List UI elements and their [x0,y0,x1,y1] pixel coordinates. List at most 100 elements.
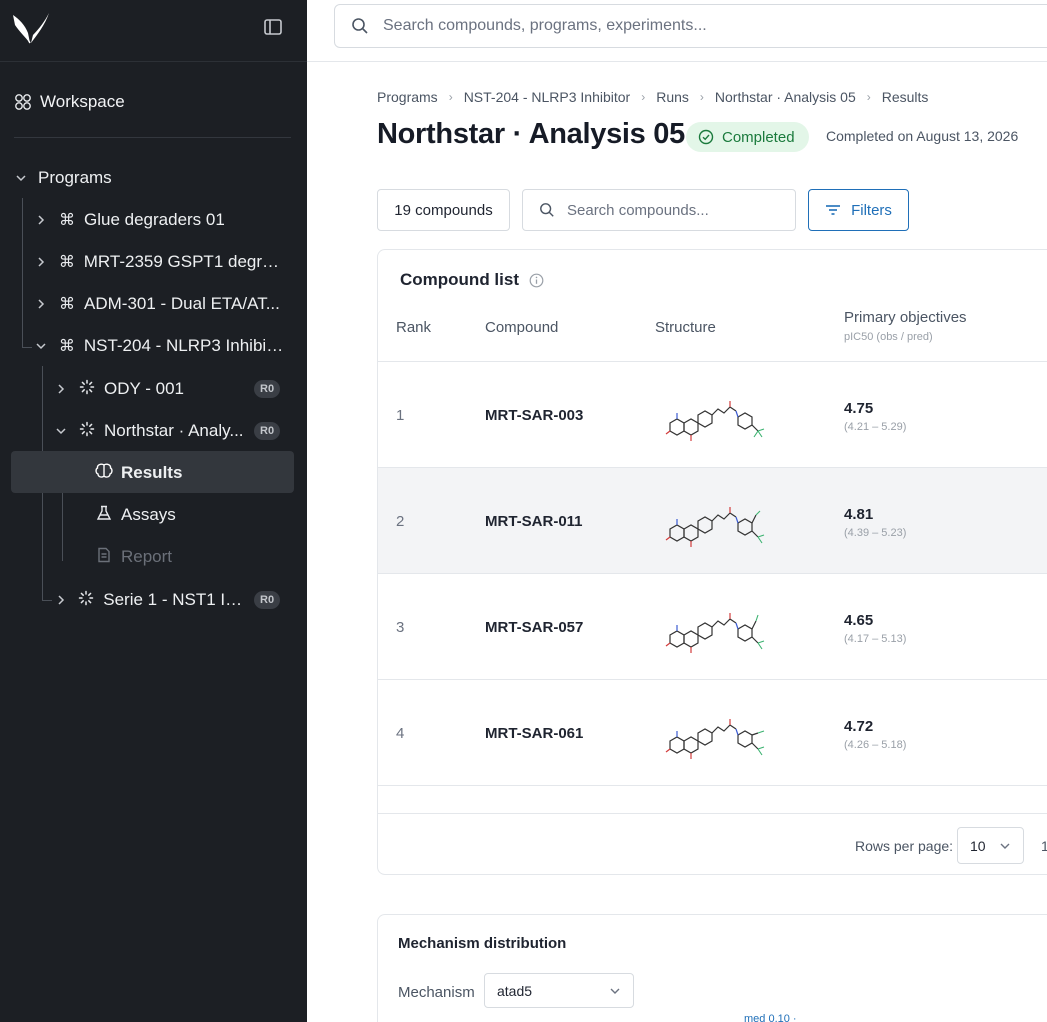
compound-search-input[interactable]: Search compounds... [522,189,796,231]
sidebar-item-report[interactable]: Report [95,540,172,574]
brand-logo-icon[interactable] [11,11,51,45]
compound-list-title: Compound list [400,270,544,290]
completed-date: Completed on August 13, 2026 [826,128,1019,144]
cell-range: (4.17 – 5.13) [844,633,907,645]
cell-value: 4.72 [844,718,874,735]
sidebar-item-label: Report [121,547,173,566]
programs-toggle[interactable]: Programs [14,161,112,195]
flask-icon [95,505,113,526]
document-icon [95,547,113,568]
table-row[interactable]: 3 MRT-SAR-057 4.65 (4.17 – 5.13) [378,574,1047,680]
check-circle-icon [698,129,714,145]
tree-guide [22,198,23,348]
breadcrumb-programs[interactable]: Programs [377,89,438,105]
chevron-down-icon [14,171,28,185]
workspace-link[interactable]: Workspace [14,86,125,118]
molecule-structure-image [665,613,765,653]
column-header-structure: Structure [655,319,716,336]
status-label: Completed [722,128,795,146]
column-header-rank[interactable]: Rank [396,319,431,336]
sidebar-item-results[interactable]: Results [95,456,182,490]
footer-divider [378,813,1047,814]
chevron-right-icon [34,255,48,269]
cell-compound[interactable]: MRT-SAR-011 [485,468,583,574]
filter-icon [826,205,841,215]
molecule-structure-image [665,719,765,759]
sidebar-run-label: Northstar · Analy... [104,421,244,440]
cell-compound[interactable]: MRT-SAR-003 [485,362,583,468]
chevron-right-icon: › [641,90,646,104]
compound-list-title-text: Compound list [400,270,519,289]
info-icon[interactable] [529,273,544,288]
mechanism-distribution-title: Mechanism distribution [398,935,567,952]
sidebar-run-northstar[interactable]: Northstar · Analy... [54,414,249,448]
loader-icon [78,379,96,400]
sidebar-item-label: MRT-2359 GSPT1 degra... [83,252,285,271]
command-icon: ⌘ [59,296,75,313]
sidebar-run-serie1[interactable]: Serie 1 - NST1 Ini... [54,583,249,617]
page-title: Northstar · Analysis 05 [377,118,685,150]
column-header-compound[interactable]: Compound [485,319,558,336]
sidebar-toggle-icon[interactable] [262,16,284,38]
sidebar-item-label: NST-204 - NLRP3 Inhibit... [83,336,284,355]
sidebar-item-program-nst204[interactable]: ⌘ NST-204 - NLRP3 Inhibit... [34,329,284,363]
mechanism-select[interactable]: atad5 [484,973,634,1008]
run-badge: R0 [254,422,281,440]
cell-value: 4.75 [844,400,874,417]
cell-compound[interactable]: MRT-SAR-061 [485,680,583,786]
column-header-objectives-sub: pIC50 (obs / pred) [844,331,933,343]
table-row[interactable]: 2 MRT-SAR-011 4.81 (4.39 – 5.23) [378,468,1047,574]
breadcrumb-run[interactable]: Northstar · Analysis 05 [715,89,856,105]
cell-rank: 1 [396,406,405,424]
sidebar-run-label: Serie 1 - NST1 Ini... [103,590,249,609]
tree-guide [22,347,32,348]
sidebar-run-ody001[interactable]: ODY - 001 [54,372,229,406]
cell-range: (4.21 – 5.29) [844,421,907,433]
mechanism-distribution-card: Mechanism distribution Mechanism atad5 m… [377,914,1047,1022]
sidebar-item-assays[interactable]: Assays [95,498,176,532]
chevron-right-icon: › [699,90,704,104]
sidebar-item-program[interactable]: ⌘ ADM-301 - Dual ETA/AT... [34,287,284,321]
sidebar-item-program[interactable]: ⌘ Glue degraders 01 [34,203,284,237]
molecule-structure-image [665,507,765,547]
mechanism-label: Mechanism [398,984,475,1001]
sidebar-divider [14,137,291,138]
workspace-icon [15,94,31,110]
mechanism-selected-value: atad5 [497,982,533,999]
chevron-down-icon [1000,843,1010,849]
status-badge: Completed [686,122,809,152]
search-icon [540,203,554,217]
cell-compound[interactable]: MRT-SAR-057 [485,574,583,680]
global-search-placeholder: Search compounds, programs, experiments.… [383,17,707,34]
global-search-input[interactable]: Search compounds, programs, experiments.… [334,4,1047,48]
loader-icon [78,421,96,442]
rows-per-page-select[interactable]: 10 [957,827,1024,864]
sidebar-item-label: Glue degraders 01 [84,210,225,229]
molecule-structure-image [665,401,765,441]
cell-value: 4.81 [844,506,874,523]
cell-range: (4.39 – 5.23) [844,527,907,539]
sidebar-item-label: Results [121,463,183,482]
sidebar-item-label: Assays [121,505,176,524]
breadcrumb-current: Results [881,89,929,105]
filters-button[interactable]: Filters [808,189,909,231]
cell-rank: 2 [396,512,405,530]
cell-value: 4.65 [844,612,874,629]
chevron-right-icon [34,213,48,227]
breadcrumb-program[interactable]: NST-204 - NLRP3 Inhibitor [464,89,631,105]
command-icon: ⌘ [59,212,75,229]
breadcrumb: Programs › NST-204 - NLRP3 Inhibitor › R… [377,87,928,107]
sidebar-header [0,0,307,62]
workspace-label: Workspace [40,92,125,111]
sidebar-item-program[interactable]: ⌘ MRT-2359 GSPT1 degra... [34,245,284,279]
brain-icon [95,463,113,484]
table-row[interactable]: 4 MRT-SAR-061 4.72 (4.26 – 5.18) [378,680,1047,786]
run-badge: R0 [254,380,281,398]
chevron-right-icon: › [448,90,453,104]
breadcrumb-runs[interactable]: Runs [656,89,689,105]
table-row[interactable]: 1 MRT-SAR-003 4.75 (4.21 – 5.29) [378,362,1047,468]
chevron-right-icon [54,593,68,607]
cell-rank: 3 [396,618,405,636]
chevron-down-icon [34,339,48,353]
column-header-objectives[interactable]: Primary objectives [844,309,967,326]
